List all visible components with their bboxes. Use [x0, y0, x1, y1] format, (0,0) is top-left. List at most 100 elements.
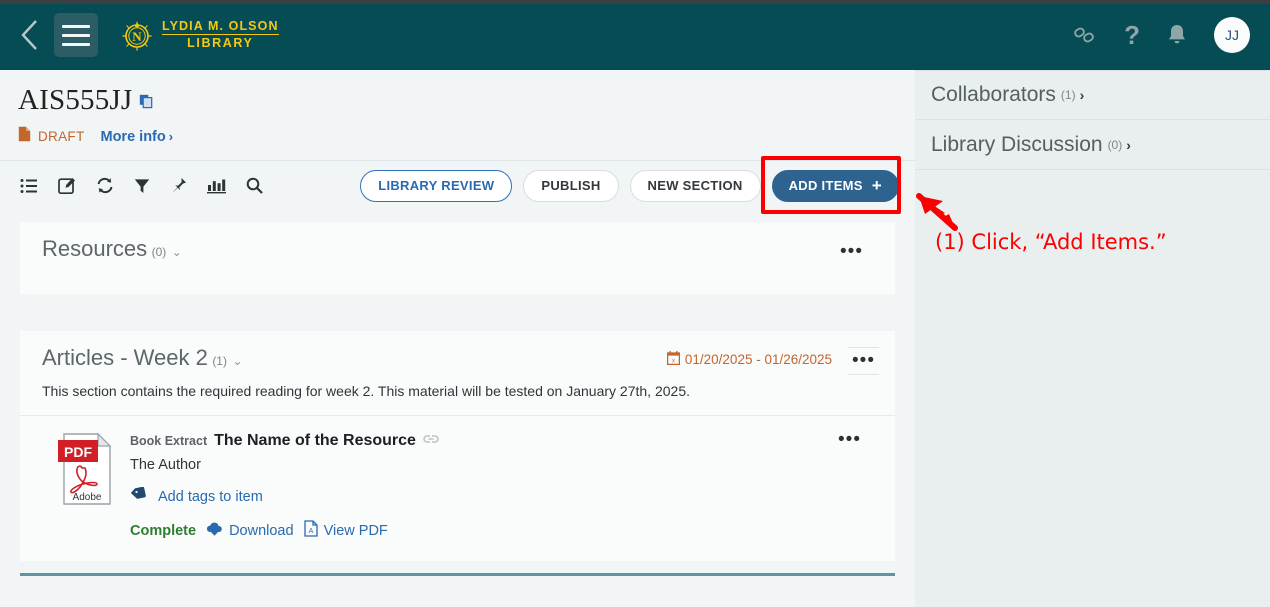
card-bottom-rule — [20, 573, 895, 576]
new-section-button[interactable]: NEW SECTION — [629, 169, 761, 202]
item-kind-label: Book Extract — [130, 434, 208, 448]
calendar-icon: x — [666, 351, 680, 368]
svg-text:Adobe: Adobe — [73, 492, 102, 503]
document-icon — [18, 126, 31, 147]
brand-line-2: LIBRARY — [187, 36, 254, 50]
list-item: PDF Adobe Book Extract The Name of the R… — [42, 416, 879, 547]
page-title-row: AIS555JJ — [18, 86, 915, 115]
hamburger-menu-icon-bar — [62, 24, 90, 28]
avatar-initials: JJ — [1225, 27, 1239, 43]
resources-section-title: Resources — [42, 236, 148, 261]
back-button[interactable] — [8, 13, 52, 57]
menu-button[interactable] — [54, 13, 98, 57]
chevron-right-icon: › — [1079, 87, 1085, 103]
bell-icon[interactable] — [1166, 23, 1188, 47]
cloud-download-icon — [206, 522, 223, 540]
status-label: DRAFT — [38, 129, 85, 144]
question-mark-icon[interactable]: ? — [1124, 22, 1140, 48]
filter-icon[interactable] — [134, 178, 150, 194]
articles-section-menu-wrapper: ••• — [848, 347, 879, 375]
svg-text:PDF: PDF — [64, 444, 92, 460]
articles-section-description: This section contains the required readi… — [42, 383, 690, 399]
sidebar-item-label: Library Discussion — [931, 132, 1103, 156]
list-view-icon[interactable] — [20, 178, 38, 194]
add-items-label: ADD ITEMS — [788, 178, 863, 193]
download-label: Download — [229, 522, 294, 539]
sidebar-item-collaborators[interactable]: Collaborators (1) › — [915, 70, 1270, 120]
refresh-icon[interactable] — [96, 177, 114, 194]
plus-icon: + — [871, 176, 882, 195]
add-tags-link[interactable]: Add tags to item — [158, 489, 263, 505]
date-range: x 01/20/2025 - 01/26/2025 — [666, 351, 833, 368]
add-items-button[interactable]: ADD ITEMS + — [771, 169, 899, 202]
item-author: The Author — [130, 457, 201, 473]
brand-line-1: LYDIA M. OLSON — [162, 19, 279, 35]
library-review-button[interactable]: LIBRARY REVIEW — [360, 169, 513, 202]
top-header-bar: N LYDIA M. OLSON LIBRARY ? JJ — [0, 0, 1270, 70]
sidebar-item-count: (0) — [1107, 137, 1123, 152]
articles-section-title: Articles - Week 2 — [42, 345, 208, 370]
pin-icon[interactable] — [170, 177, 187, 194]
resources-section-menu-button[interactable]: ••• — [840, 242, 863, 261]
sidebar-item-count: (1) — [1060, 88, 1076, 102]
articles-title-group: Articles - Week 2 (1) ⌄ — [42, 345, 243, 371]
chevron-down-icon[interactable]: ⌄ — [232, 354, 242, 368]
list-item-body: Book Extract The Name of the Resource Th… — [130, 432, 879, 541]
list-item-menu-button[interactable]: ••• — [838, 430, 861, 449]
page-header: AIS555JJ DRAFT More info › — [0, 70, 915, 147]
avatar[interactable]: JJ — [1214, 17, 1250, 53]
more-info-link[interactable]: More info › — [101, 129, 174, 145]
publish-button[interactable]: PUBLISH — [523, 169, 619, 202]
analytics-icon[interactable] — [207, 178, 226, 194]
link-icon[interactable] — [423, 432, 439, 450]
item-status-row: Complete Download A View PDF — [130, 520, 879, 541]
svg-text:x: x — [672, 358, 675, 364]
search-icon[interactable] — [246, 177, 263, 194]
item-status-label: Complete — [130, 522, 197, 539]
resources-section-card: Resources (0) ⌄ ••• — [20, 222, 895, 294]
list-item-title-row: Book Extract The Name of the Resource — [130, 432, 879, 450]
date-range-label: 01/20/2025 - 01/26/2025 — [684, 352, 833, 367]
brand-logo[interactable]: N LYDIA M. OLSON LIBRARY — [120, 18, 279, 52]
window-title-strip — [0, 0, 1270, 4]
chevron-down-icon[interactable]: ⌄ — [172, 245, 182, 259]
application-window: N LYDIA M. OLSON LIBRARY ? JJ AIS555JJ D… — [0, 0, 1270, 607]
sidebar-item-library-discussion[interactable]: Library Discussion (0) › — [915, 120, 1270, 170]
pdf-file-icon: PDF Adobe — [54, 432, 116, 541]
right-sidebar: Collaborators (1) › Library Discussion (… — [915, 70, 1270, 607]
edit-icon[interactable] — [58, 177, 76, 195]
view-pdf-label: View PDF — [323, 522, 388, 539]
articles-section-header: Articles - Week 2 (1) ⌄ x 01/20/2025 - 0… — [42, 345, 879, 375]
download-link[interactable]: Download — [206, 522, 294, 540]
page-title: AIS555JJ — [18, 84, 133, 116]
copy-pages-icon[interactable] — [139, 94, 154, 114]
svg-text:A: A — [308, 528, 313, 535]
sidebar-item-label: Collaborators — [931, 83, 1056, 106]
university-seal-icon: N — [120, 18, 154, 52]
articles-section-card: Articles - Week 2 (1) ⌄ x 01/20/2025 - 0… — [20, 331, 895, 561]
section-toolbar: LIBRARY REVIEW PUBLISH NEW SECTION ADD I… — [0, 160, 915, 210]
chain-link-icon[interactable] — [1072, 22, 1098, 48]
articles-header-right: x 01/20/2025 - 01/26/2025 ••• — [666, 345, 879, 375]
status-row: DRAFT More info › — [18, 126, 915, 147]
annotation-text: (1) Click, “Add Items.” — [935, 230, 1167, 254]
chevron-left-icon — [19, 18, 41, 52]
pdf-document-icon: A — [303, 520, 318, 541]
header-actions: ? JJ — [1072, 17, 1250, 53]
resources-section-count: (0) — [151, 245, 167, 259]
svg-text:N: N — [132, 29, 142, 44]
brand-wordmark: LYDIA M. OLSON LIBRARY — [162, 19, 279, 50]
view-pdf-link[interactable]: A View PDF — [303, 520, 388, 541]
toolbar-actions: LIBRARY REVIEW PUBLISH NEW SECTION ADD I… — [360, 169, 899, 202]
item-tag-row: Add tags to item — [130, 486, 879, 507]
hamburger-menu-icon-bar — [62, 33, 90, 37]
main-content-area: AIS555JJ DRAFT More info › LIBRARY REVIE… — [0, 70, 915, 607]
hamburger-menu-icon-bar — [62, 42, 90, 46]
chevron-right-icon: › — [1126, 136, 1131, 153]
articles-section-menu-button[interactable]: ••• — [852, 350, 875, 371]
more-info-label: More info — [100, 128, 166, 145]
toolbar-icon-group — [20, 177, 263, 195]
articles-section-count: (1) — [212, 354, 227, 368]
item-title[interactable]: The Name of the Resource — [214, 432, 416, 450]
chevron-right-icon: › — [168, 129, 174, 144]
